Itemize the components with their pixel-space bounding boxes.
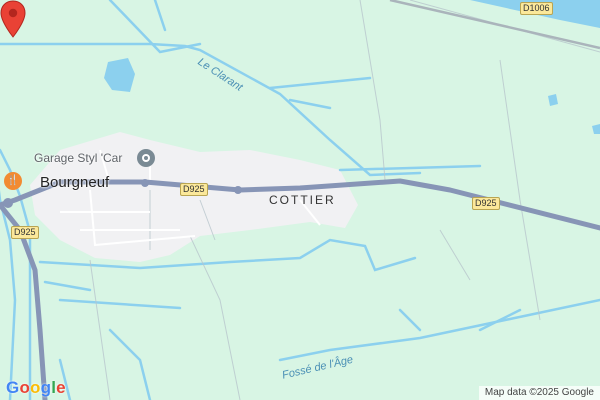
logo-letter: g: [40, 378, 52, 397]
roundabout: [234, 186, 242, 194]
google-logo: Google: [6, 378, 66, 398]
road-shield-d925: D925: [11, 226, 39, 239]
pond: [592, 124, 600, 134]
restaurant-icon[interactable]: 🍴: [4, 172, 22, 190]
logo-letter: G: [6, 378, 20, 397]
road-shield-d925: D925: [180, 183, 208, 196]
roundabout: [3, 198, 13, 208]
roundabout: [141, 179, 149, 187]
road-shield-d1006: D1006: [520, 2, 553, 15]
garage-label[interactable]: Garage Styl 'Car: [34, 151, 122, 165]
garage-icon[interactable]: [137, 149, 155, 167]
road-shield-d925: D925: [472, 197, 500, 210]
pond: [104, 58, 135, 92]
map-attribution[interactable]: Map data ©2025 Google: [478, 386, 600, 400]
pond: [548, 94, 558, 106]
town-label-bourgneuf: Bourgneuf: [40, 174, 110, 191]
logo-letter: o: [30, 378, 41, 397]
location-pin-icon[interactable]: [0, 0, 26, 38]
hamlet-label-cottier: COTTIER: [269, 193, 336, 207]
logo-letter: e: [56, 378, 66, 397]
logo-letter: o: [19, 378, 31, 397]
map-view[interactable]: Garage Styl 'Car 🍴 Bourgneuf COTTIER Le …: [0, 0, 600, 400]
